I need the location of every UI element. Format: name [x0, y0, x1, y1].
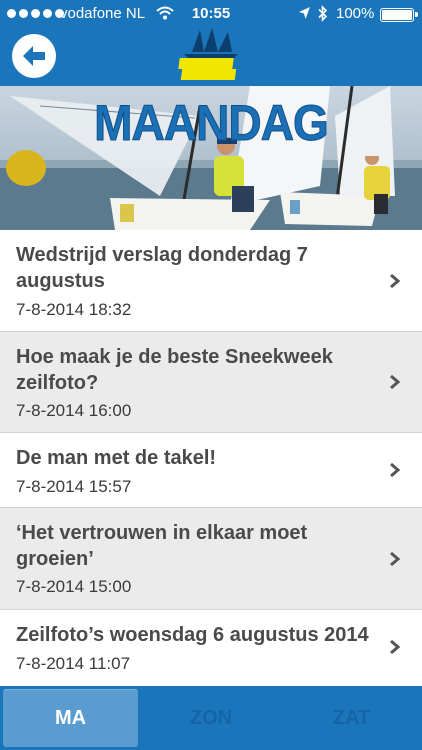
bluetooth-icon: [318, 5, 328, 26]
tab-zat[interactable]: ZAT: [284, 689, 419, 747]
location-arrow-icon: [298, 6, 311, 24]
chevron-right-icon: [390, 639, 401, 655]
battery-icon: [380, 8, 418, 22]
battery-percentage: 100%: [336, 5, 375, 22]
tab-ma[interactable]: MA: [3, 689, 138, 747]
day-banner: MAANDAG: [0, 86, 422, 230]
article-title: Hoe maak je de beste Sneekweek zeilfoto?: [16, 346, 333, 394]
article-list: Wedstrijd verslag donderdag 7 augustus 7…: [0, 230, 422, 686]
arrow-left-icon: [23, 46, 45, 66]
list-item[interactable]: ‘Het vertrouwen in elkaar moet groeien’ …: [0, 508, 422, 609]
chevron-right-icon: [390, 273, 401, 289]
article-date: 7-8-2014 16:00: [16, 401, 132, 420]
article-title: Zeilfoto’s woensdag 6 augustus 2014: [16, 624, 369, 646]
list-item[interactable]: Hoe maak je de beste Sneekweek zeilfoto?…: [0, 332, 422, 432]
article-date: 7-8-2014 15:57: [16, 477, 132, 496]
article-title: Wedstrijd verslag donderdag 7 augustus: [16, 244, 308, 292]
sneekweek-logo: [178, 28, 238, 80]
chevron-right-icon: [390, 374, 401, 390]
article-date: 7-8-2014 18:32: [16, 300, 132, 319]
list-item[interactable]: De man met de takel! 7-8-2014 15:57: [0, 433, 422, 507]
list-item[interactable]: Wedstrijd verslag donderdag 7 augustus 7…: [0, 230, 422, 331]
article-title: De man met de takel!: [16, 447, 217, 469]
day-tab-bar: MA ZON ZAT: [0, 686, 422, 750]
article-date: 7-8-2014 15:00: [16, 577, 132, 596]
status-bar: vodafone NL 10:55 100%: [0, 0, 422, 28]
back-button[interactable]: [12, 34, 56, 78]
top-bar: vodafone NL 10:55 100%: [0, 0, 422, 86]
chevron-right-icon: [390, 551, 401, 567]
chevron-right-icon: [390, 462, 401, 478]
list-item[interactable]: Zeilfoto’s woensdag 6 augustus 2014 7-8-…: [0, 610, 422, 686]
article-title: ‘Het vertrouwen in elkaar moet groeien’: [16, 522, 308, 570]
article-date: 7-8-2014 11:07: [16, 654, 131, 673]
day-title: MAANDAG: [94, 95, 330, 152]
tab-zon[interactable]: ZON: [142, 689, 280, 747]
